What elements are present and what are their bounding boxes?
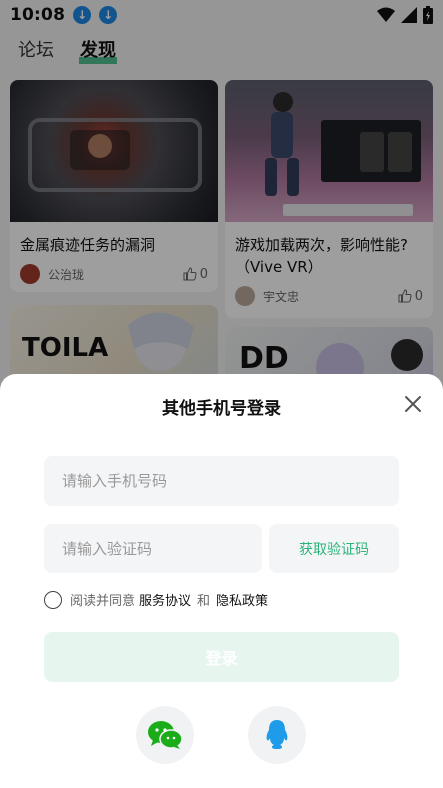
agree-prefix: 阅读并同意 [70, 594, 136, 609]
phone-input[interactable] [44, 456, 399, 506]
login-button[interactable]: 登录 [44, 632, 399, 682]
qq-login-button[interactable] [248, 706, 306, 764]
login-sheet: 其他手机号登录 获取验证码 阅读并同意 服务协议 和 隐私政策 登录 [0, 374, 443, 788]
sheet-title: 其他手机号登录 [162, 399, 281, 419]
service-agreement-link[interactable]: 服务协议 [139, 590, 191, 609]
wechat-login-button[interactable] [136, 706, 194, 764]
qq-icon [266, 720, 288, 749]
and-text: 和 [197, 594, 211, 609]
close-icon[interactable] [403, 394, 423, 414]
agreement-row: 阅读并同意 服务协议 和 隐私政策 [44, 590, 268, 609]
get-code-button[interactable]: 获取验证码 [269, 524, 399, 573]
agree-radio[interactable] [44, 590, 62, 609]
privacy-policy-link[interactable]: 隐私政策 [216, 590, 268, 609]
code-input[interactable] [44, 524, 262, 573]
wechat-icon [148, 721, 183, 749]
